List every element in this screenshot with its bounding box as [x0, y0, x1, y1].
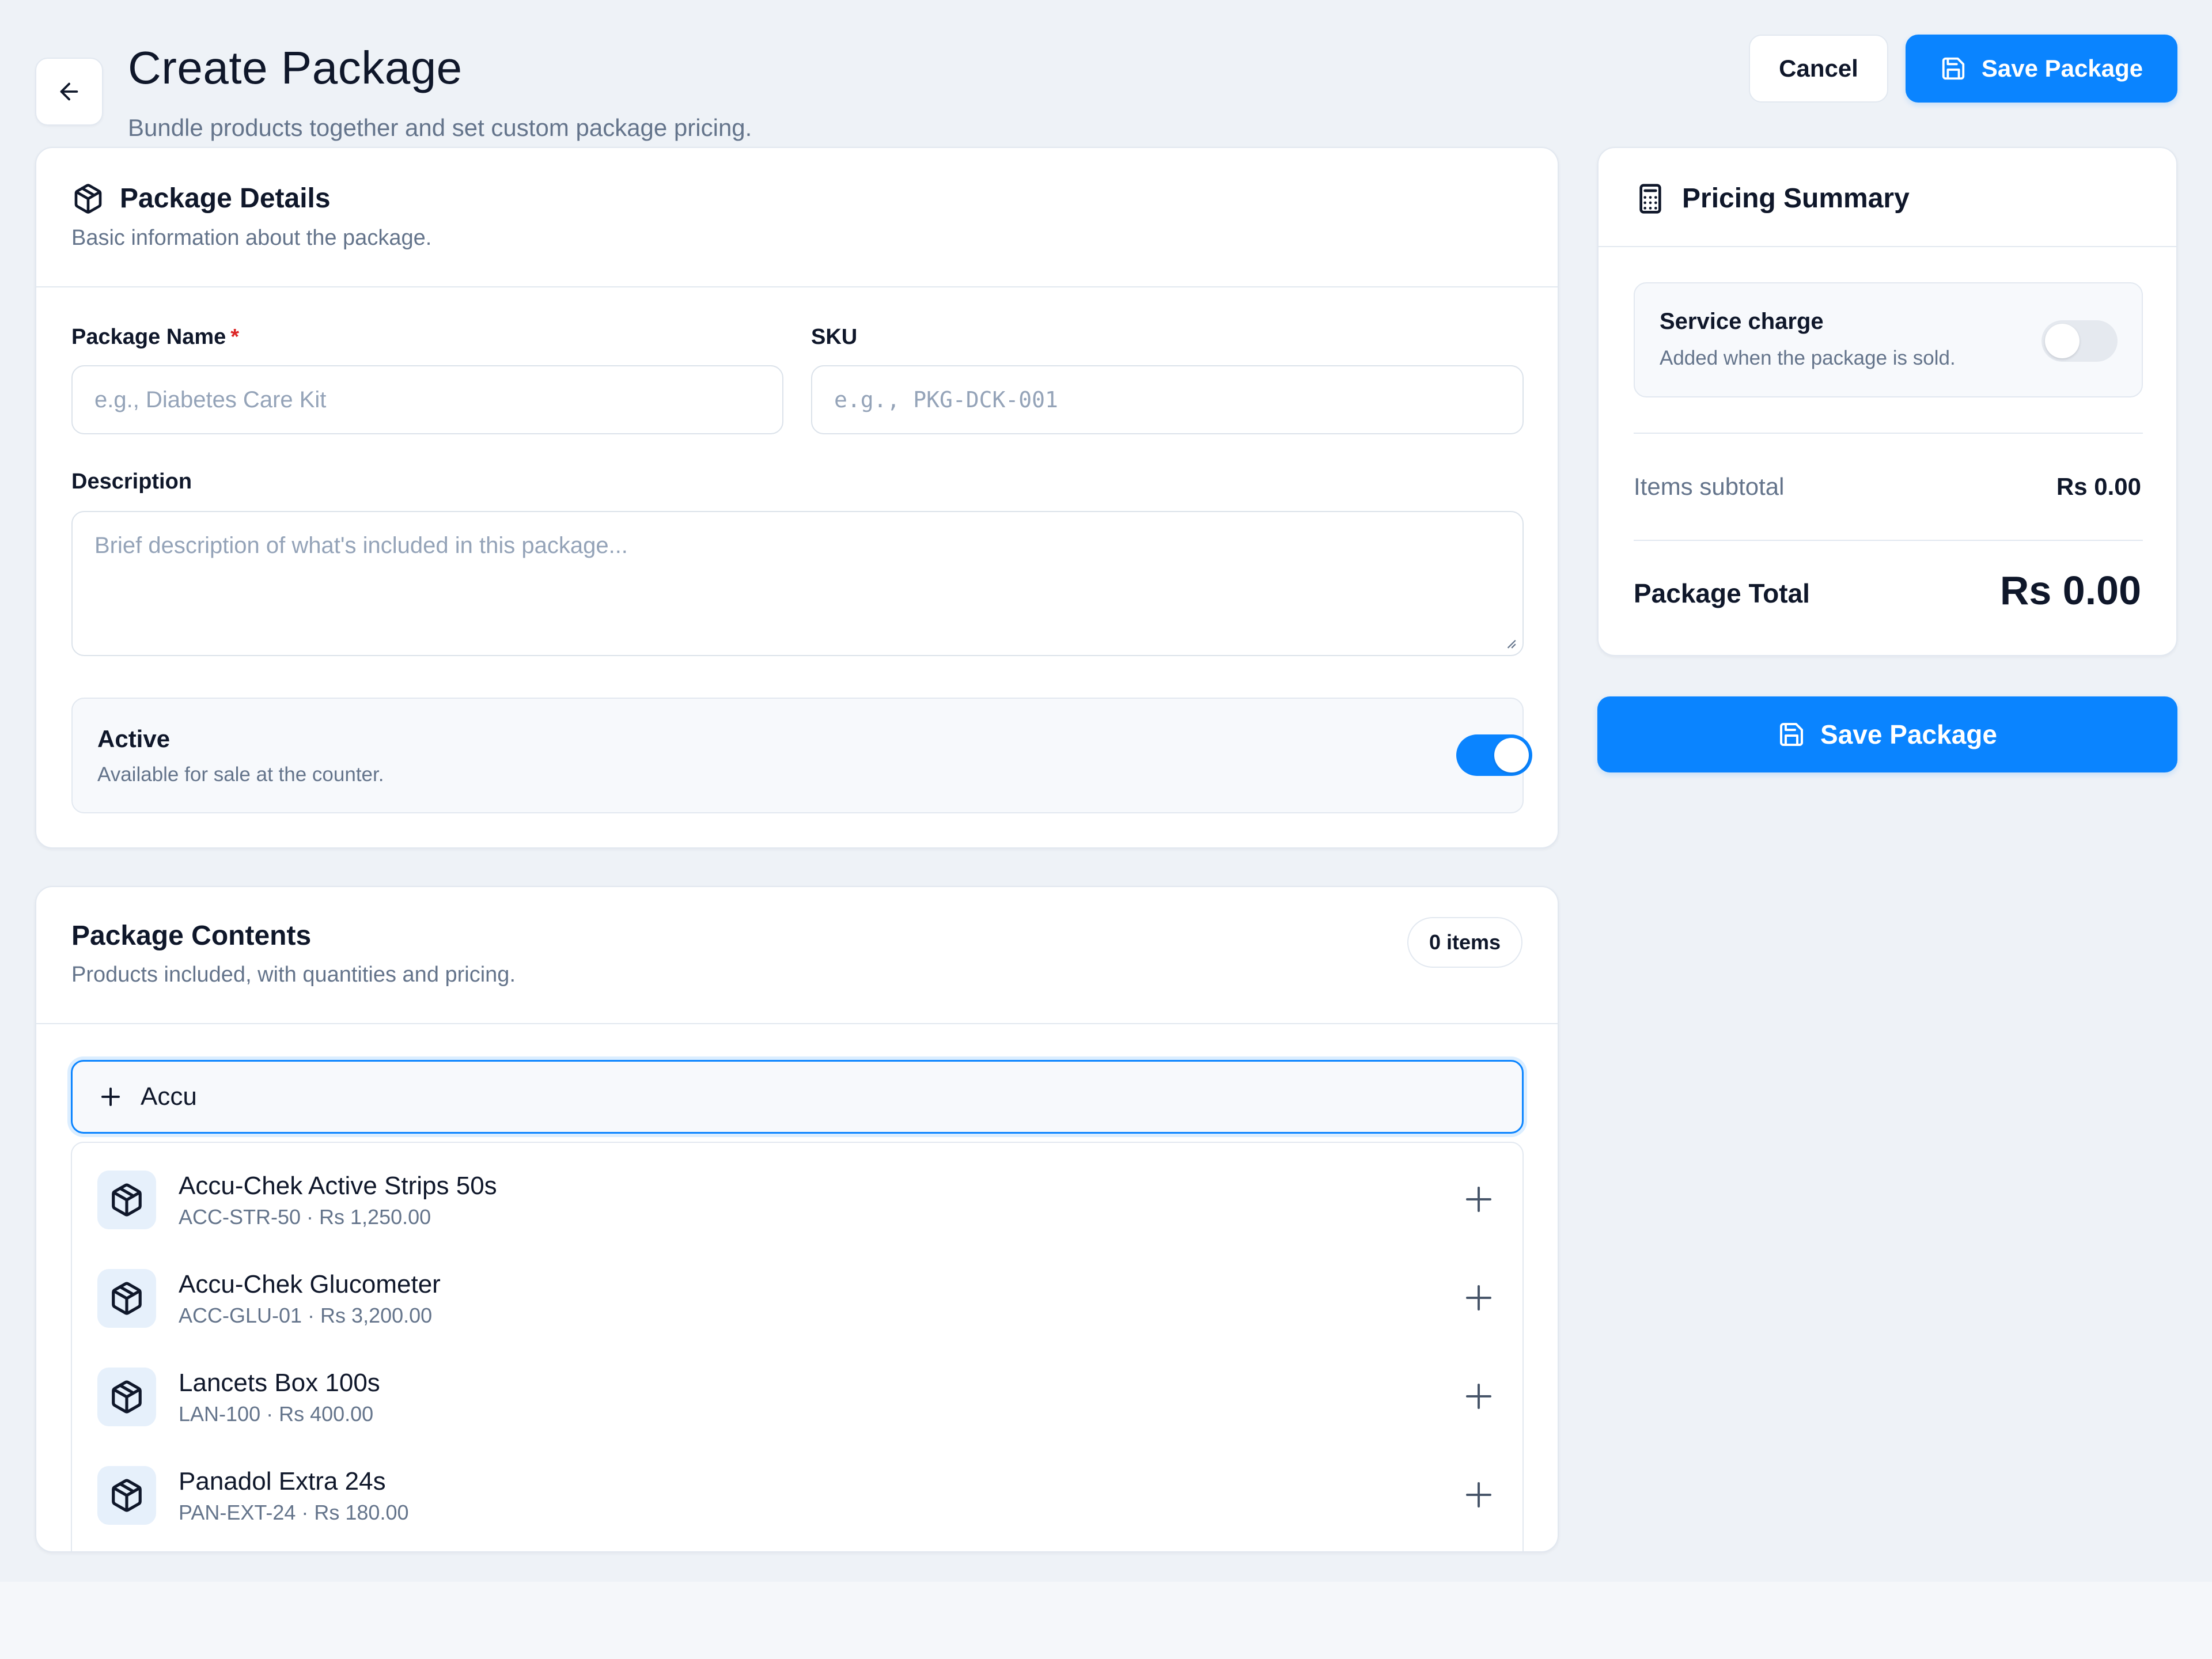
active-setting: Active Available for sale at the counter… [71, 698, 1532, 813]
service-charge-title: Service charge [1660, 309, 1824, 334]
page-footer-area [0, 1582, 2212, 1659]
save-icon [1780, 723, 1804, 746]
divider [1599, 246, 2176, 247]
cancel-button[interactable]: Cancel [1749, 35, 1888, 103]
product-icon-tile [97, 1368, 156, 1426]
service-charge-toggle[interactable] [2041, 320, 2118, 362]
active-toggle[interactable] [1456, 734, 1532, 776]
back-button[interactable] [35, 58, 103, 126]
save-package-label: Save Package [1981, 55, 2143, 82]
package-name-label-text: Package Name [71, 325, 226, 349]
package-contents-card: Package Contents Products included, with… [35, 886, 1559, 1552]
search-result-item[interactable]: Accu-Chek Active Strips 50s ACC-STR-50 ·… [72, 1143, 1522, 1241]
package-details-subtitle: Basic information about the package. [71, 226, 432, 250]
package-name-placeholder: e.g., Diabetes Care Kit [94, 387, 327, 412]
product-icon-tile [97, 1466, 156, 1525]
package-name-input[interactable]: e.g., Diabetes Care Kit [71, 365, 783, 434]
package-icon [74, 184, 102, 214]
product-icon-tile [97, 1171, 156, 1229]
product-name: Panadol Extra 24s [179, 1467, 386, 1495]
description-placeholder: Brief description of what's included in … [94, 533, 628, 558]
description-label: Description [71, 469, 192, 494]
package-details-card: Package Details Basic information about … [35, 147, 1559, 849]
service-charge-setting: Service charge Added when the package is… [1634, 282, 2143, 397]
save-package-label: Save Package [1820, 719, 1997, 749]
package-details-title: Package Details [120, 183, 331, 214]
product-name: Accu-Chek Active Strips 50s [179, 1172, 497, 1200]
product-name: Accu-Chek Glucometer [179, 1270, 441, 1298]
product-search-input[interactable]: Accu [71, 1060, 1524, 1134]
search-result-item[interactable]: Panadol Extra 24s PAN-EXT-24 · Rs 180.00 [72, 1438, 1522, 1537]
divider [36, 286, 1558, 287]
package-total-value: Rs 0.00 [1999, 568, 2141, 613]
box-icon [112, 1479, 142, 1512]
add-product-icon[interactable] [1461, 1281, 1496, 1315]
divider [36, 1023, 1558, 1024]
resize-grip-icon[interactable] [1504, 637, 1517, 649]
toggle-knob [1494, 738, 1529, 772]
page-subtitle: Bundle products together and set custom … [128, 114, 752, 141]
package-total-label: Package Total [1634, 578, 1810, 608]
calculator-icon [1639, 184, 1661, 214]
items-subtotal-value: Rs 0.00 [2056, 473, 2141, 500]
description-textarea[interactable]: Brief description of what's included in … [71, 511, 1524, 656]
page-title: Create Package [128, 42, 463, 93]
search-result-item[interactable]: Lancets Box 100s LAN-100 · Rs 400.00 [72, 1340, 1522, 1438]
box-icon [112, 1183, 142, 1217]
box-icon [112, 1282, 142, 1315]
plus-icon [101, 1088, 120, 1106]
save-package-button-side[interactable]: Save Package [1597, 696, 2177, 772]
product-meta: ACC-STR-50 · Rs 1,250.00 [179, 1205, 431, 1229]
toggle-knob [2045, 324, 2080, 358]
search-result-item[interactable]: Accu-Chek Glucometer ACC-GLU-01 · Rs 3,2… [72, 1241, 1522, 1340]
divider [1634, 540, 2143, 541]
product-meta: ACC-GLU-01 · Rs 3,200.00 [179, 1304, 433, 1327]
service-charge-subtitle: Added when the package is sold. [1660, 347, 1956, 369]
pricing-summary-card: Pricing Summary Service charge Added whe… [1597, 147, 2177, 656]
package-contents-title: Package Contents [71, 921, 312, 951]
divider [1634, 433, 2143, 434]
arrow-left-icon [60, 82, 78, 101]
sku-label: SKU [811, 325, 858, 349]
product-icon-tile [97, 1269, 156, 1328]
box-icon [112, 1380, 142, 1414]
package-contents-subtitle: Products included, with quantities and p… [71, 963, 516, 987]
required-asterisk: * [230, 325, 240, 349]
save-icon [1942, 57, 1965, 80]
search-results-list: Accu-Chek Active Strips 50s ACC-STR-50 ·… [71, 1142, 1524, 1551]
pricing-summary-title: Pricing Summary [1682, 183, 1910, 214]
product-name: Lancets Box 100s [179, 1369, 380, 1397]
add-product-icon[interactable] [1461, 1478, 1496, 1512]
sku-placeholder: e.g., PKG-DCK-001 [834, 387, 1058, 412]
add-product-icon[interactable] [1461, 1379, 1496, 1414]
sku-input[interactable]: e.g., PKG-DCK-001 [811, 365, 1524, 434]
product-meta: LAN-100 · Rs 400.00 [179, 1402, 374, 1426]
product-search-value: Accu [141, 1082, 197, 1111]
items-subtotal-label: Items subtotal [1634, 473, 1785, 500]
add-product-icon[interactable] [1461, 1182, 1496, 1217]
save-package-button-top[interactable]: Save Package [1906, 35, 2177, 103]
active-subtitle: Available for sale at the counter. [97, 763, 384, 786]
active-title: Active [97, 725, 171, 752]
cancel-button-label: Cancel [1779, 55, 1858, 82]
package-name-label: Package Name * [71, 325, 239, 350]
items-count-badge: 0 items [1407, 917, 1522, 968]
product-meta: PAN-EXT-24 · Rs 180.00 [179, 1501, 409, 1524]
